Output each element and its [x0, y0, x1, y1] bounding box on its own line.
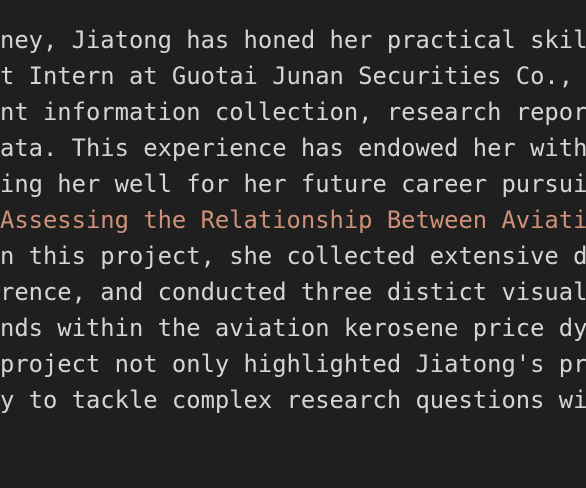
text-line: ing her well for her future career pursu… — [0, 170, 586, 198]
highlighted-text-line: Assessing the Relationship Between Aviat… — [0, 206, 586, 234]
text-line: project not only highlighted Jiatong's p… — [0, 350, 586, 378]
editor-pane[interactable]: ney, Jiatong has honed her practical ski… — [0, 0, 586, 488]
text-line: ata. This experience has endowed her wit… — [0, 134, 586, 162]
text-line: nt information collection, research repo… — [0, 98, 586, 126]
text-line: nds within the aviation kerosene price d… — [0, 314, 586, 342]
text-line: n this project, she collected extensive … — [0, 242, 586, 270]
text-line: t Intern at Guotai Junan Securities Co.,… — [0, 62, 586, 90]
text-line: rence, and conducted three distict visua… — [0, 278, 586, 306]
text-line: y to tackle complex research questions w… — [0, 386, 586, 414]
text-line: ney, Jiatong has honed her practical ski… — [0, 26, 586, 54]
